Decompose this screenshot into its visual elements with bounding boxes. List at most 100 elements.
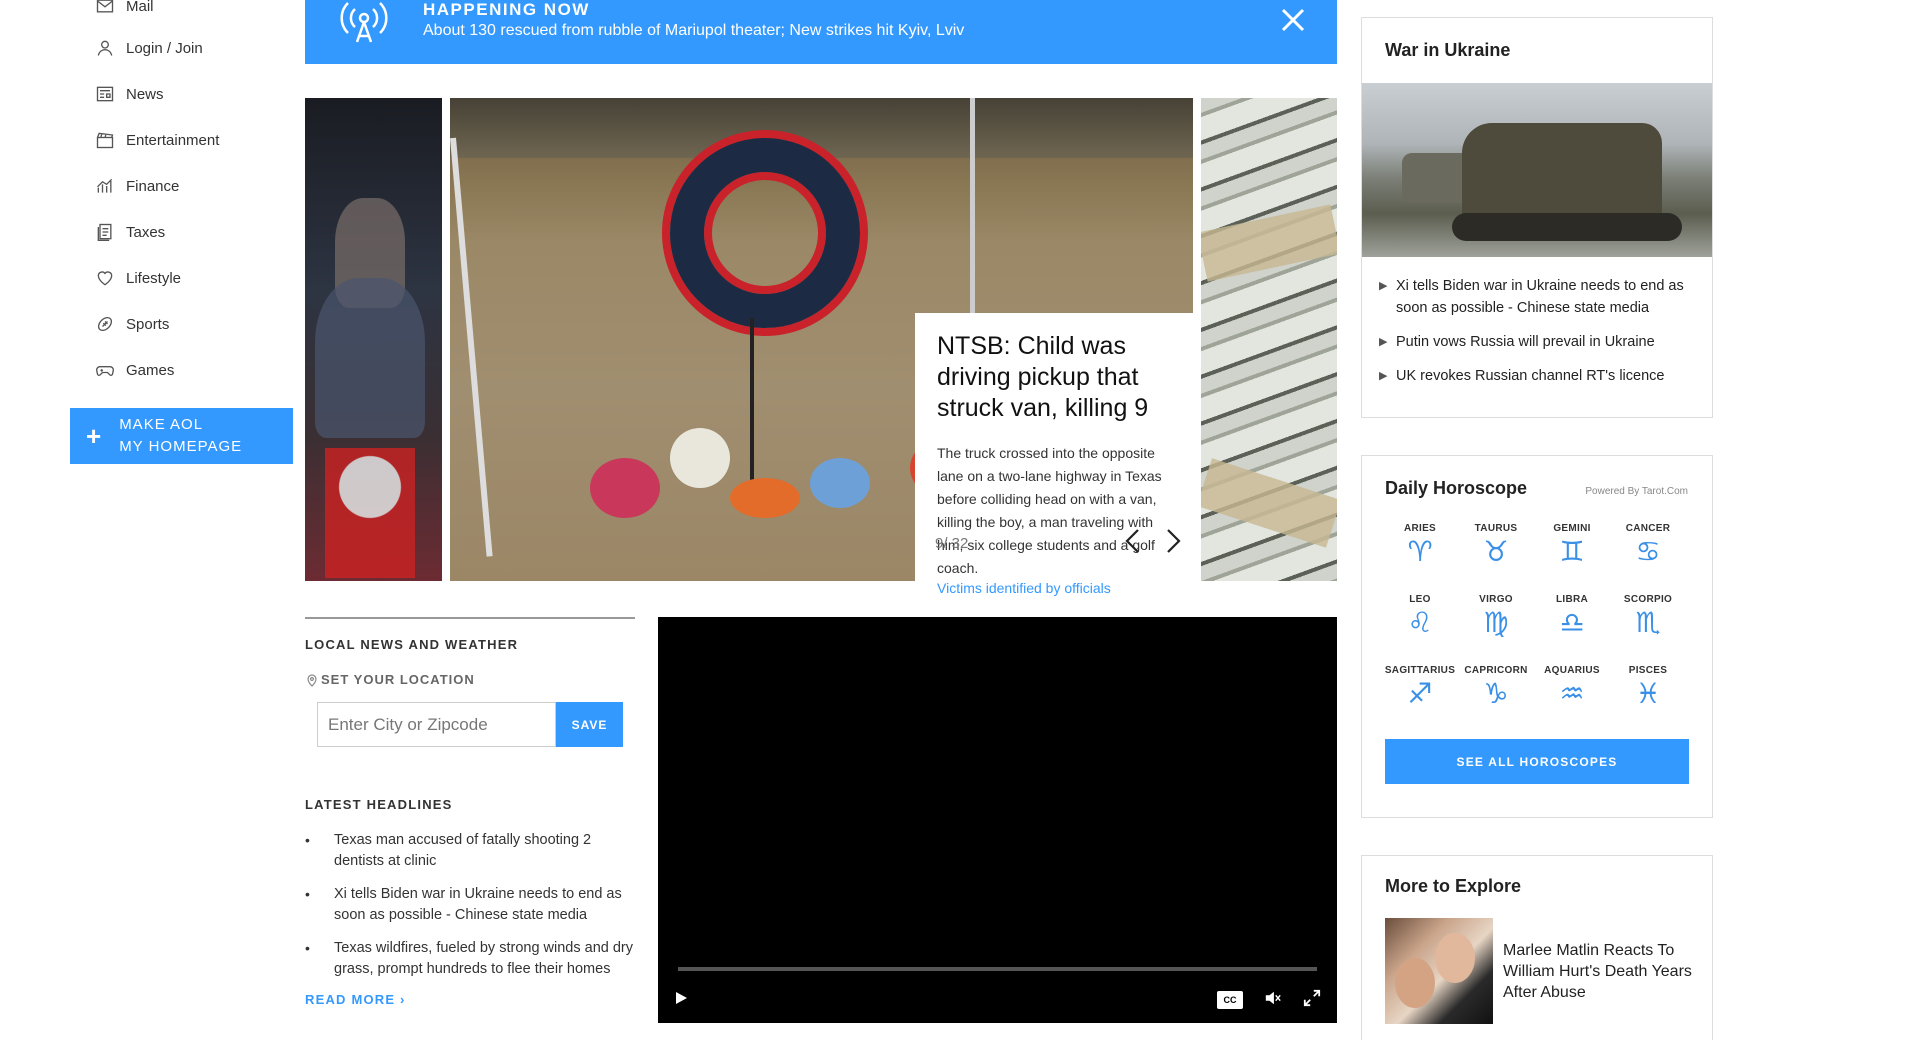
latest-headlines-title: Latest Headlines: [305, 797, 453, 812]
nav-label: Taxes: [126, 223, 166, 241]
local-news-section: Local News and Weather Set Your Location…: [305, 617, 635, 1007]
nav-item-finance[interactable]: Finance: [70, 163, 295, 209]
nav-label: Entertainment: [126, 131, 220, 149]
more-to-explore-card: More to Explore Marlee Matlin Reacts To …: [1361, 855, 1713, 1040]
sagittarius-icon: ♐: [1407, 677, 1433, 710]
explore-item[interactable]: Marlee Matlin Reacts To William Hurt's D…: [1362, 918, 1712, 1024]
war-headline-item[interactable]: Xi tells Biden war in Ukraine needs to e…: [1379, 275, 1692, 319]
headline-item[interactable]: Xi tells Biden war in Ukraine needs to e…: [305, 884, 635, 926]
sign-capricorn[interactable]: Capricorn ♑: [1458, 665, 1534, 724]
happening-text[interactable]: About 130 rescued from rubble of Mariupo…: [423, 22, 964, 40]
aquarius-icon: ♒: [1559, 677, 1585, 710]
fullscreen-icon[interactable]: [1301, 987, 1323, 1009]
location-input[interactable]: [317, 702, 556, 747]
mute-icon[interactable]: [1262, 987, 1284, 1009]
left-nav: Mail Login / Join News Entertainment Fin…: [70, 0, 295, 393]
carousel-headline[interactable]: NTSB: Child was driving pickup that stru…: [937, 331, 1176, 424]
sign-name: Cancer: [1625, 523, 1671, 534]
nav-item-login[interactable]: Login / Join: [70, 25, 295, 71]
sign-sagittarius[interactable]: Sagittarius ♐: [1382, 665, 1458, 724]
sign-leo[interactable]: Leo ♌: [1382, 594, 1458, 653]
horoscope-header: Daily Horoscope Powered By Tarot.Com: [1362, 456, 1712, 499]
explore-title: More to Explore: [1385, 876, 1522, 896]
taurus-icon: ♉: [1483, 535, 1509, 568]
closed-captions-button[interactable]: CC: [1217, 991, 1243, 1009]
location-pin-icon: [307, 673, 317, 687]
explore-item-title[interactable]: Marlee Matlin Reacts To William Hurt's D…: [1503, 940, 1693, 1024]
gemini-icon: ♊: [1559, 535, 1585, 568]
play-icon[interactable]: [670, 987, 692, 1009]
chart-icon: [94, 175, 116, 197]
horoscope-title: Daily Horoscope: [1385, 478, 1528, 498]
heart-icon: [94, 267, 116, 289]
set-location-label: Set Your Location: [321, 672, 475, 687]
make-homepage-label: Make AOL My Homepage: [119, 414, 242, 458]
carousel-next-arrow-icon[interactable]: [1163, 528, 1183, 554]
headline-item[interactable]: Texas wildfires, fueled by strong winds …: [305, 938, 635, 980]
explore-item-thumbnail[interactable]: [1385, 918, 1493, 1024]
sign-pisces[interactable]: Pisces ♓: [1610, 665, 1686, 724]
sign-name: Sagittarius: [1384, 665, 1456, 676]
war-card-title[interactable]: War in Ukraine: [1362, 18, 1712, 83]
sign-name: Libra: [1555, 594, 1589, 605]
sign-scorpio[interactable]: Scorpio ♏: [1610, 594, 1686, 653]
video-player[interactable]: CC: [658, 617, 1337, 1023]
sign-aquarius[interactable]: Aquarius ♒: [1534, 665, 1610, 724]
read-more-link[interactable]: Read More ›: [305, 992, 635, 1007]
capricorn-icon: ♑: [1483, 677, 1509, 710]
sign-name: Taurus: [1474, 523, 1518, 534]
sign-cancer[interactable]: Cancer ♋: [1610, 523, 1686, 582]
war-headline-item[interactable]: Putin vows Russia will prevail in Ukrain…: [1379, 331, 1692, 353]
sign-taurus[interactable]: Taurus ♉: [1458, 523, 1534, 582]
carousel-prev-slide-image[interactable]: [305, 98, 442, 581]
nav-label: News: [126, 85, 164, 103]
virgo-icon: ♍: [1483, 606, 1509, 639]
make-homepage-button[interactable]: + Make AOL My Homepage: [70, 408, 293, 464]
sign-name: Leo: [1409, 594, 1431, 605]
section-divider: [305, 617, 635, 619]
nav-label: Mail: [126, 0, 154, 15]
carousel-next-slide-image[interactable]: [1201, 98, 1337, 581]
leo-icon: ♌: [1407, 606, 1433, 639]
broadcast-icon: [340, 2, 388, 43]
carousel-prev-arrow-icon[interactable]: [1123, 528, 1143, 554]
sign-aries[interactable]: Aries ♈: [1382, 523, 1458, 582]
war-headline-item[interactable]: UK revokes Russian channel RT's licence: [1379, 365, 1692, 387]
zodiac-grid: Aries ♈ Taurus ♉ Gemini ♊ Cancer ♋ Leo ♌ Virg…: [1362, 499, 1712, 724]
plus-icon: +: [86, 421, 102, 451]
save-location-button[interactable]: Save: [556, 702, 623, 747]
document-icon: [94, 221, 116, 243]
cancer-icon: ♋: [1635, 535, 1661, 568]
nav-item-news[interactable]: News: [70, 71, 295, 117]
war-card-image[interactable]: [1362, 83, 1712, 257]
clapperboard-icon: [94, 129, 116, 151]
nav-item-lifestyle[interactable]: Lifestyle: [70, 255, 295, 301]
news-carousel: NTSB: Child was driving pickup that stru…: [305, 98, 1337, 596]
nav-item-mail[interactable]: Mail: [70, 0, 154, 29]
make-homepage-line2: My Homepage: [119, 438, 243, 455]
video-progress-bar[interactable]: [678, 967, 1317, 971]
carousel-summary: The truck crossed into the opposite lane…: [937, 445, 1162, 576]
daily-horoscope-card: Daily Horoscope Powered By Tarot.Com Ari…: [1361, 455, 1713, 818]
sign-virgo[interactable]: Virgo ♍: [1458, 594, 1534, 653]
newspaper-icon: [94, 83, 116, 105]
nav-item-sports[interactable]: Sports: [70, 301, 295, 347]
nav-label: Finance: [126, 177, 180, 195]
nav-item-games[interactable]: Games: [70, 347, 295, 393]
sign-name: Virgo: [1479, 594, 1513, 605]
make-homepage-line1: Make AOL: [119, 416, 204, 433]
sign-gemini[interactable]: Gemini ♊: [1534, 523, 1610, 582]
headline-item[interactable]: Texas man accused of fatally shooting 2 …: [305, 830, 635, 872]
carousel-more-link[interactable]: Victims identified by officials: [937, 580, 1176, 596]
sign-name: Scorpio: [1623, 594, 1673, 605]
close-icon[interactable]: [1279, 6, 1307, 34]
see-all-horoscopes-button[interactable]: See All Horoscopes: [1385, 739, 1689, 784]
happening-now-banner[interactable]: Happening Now About 130 rescued from rub…: [305, 0, 1337, 64]
set-location[interactable]: Set Your Location: [305, 672, 635, 687]
happening-title: Happening Now: [423, 0, 590, 19]
sign-name: Capricorn: [1464, 665, 1528, 676]
nav-label: Login / Join: [126, 39, 203, 57]
nav-item-entertainment[interactable]: Entertainment: [70, 117, 295, 163]
sign-libra[interactable]: Libra ♎: [1534, 594, 1610, 653]
nav-item-taxes[interactable]: Taxes: [70, 209, 295, 255]
